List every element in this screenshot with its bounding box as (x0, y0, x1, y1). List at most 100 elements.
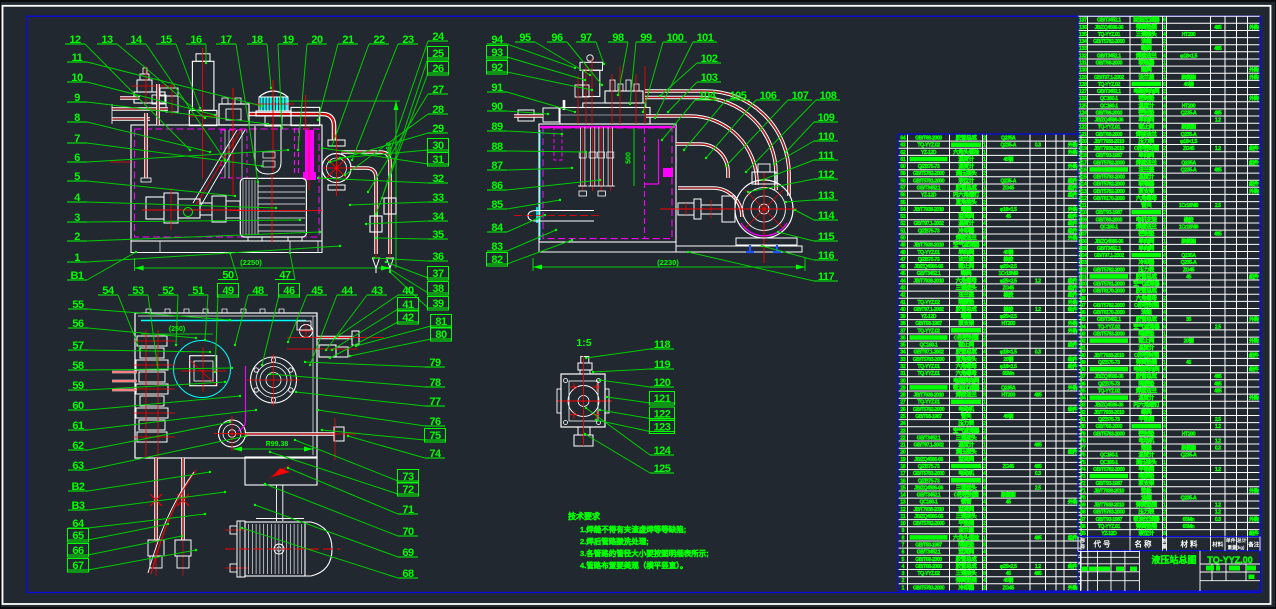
svg-text:21: 21 (342, 34, 354, 46)
svg-text:96: 96 (1080, 310, 1086, 316)
svg-text:39: 39 (432, 298, 444, 310)
svg-text:74: 74 (1080, 467, 1086, 473)
svg-text:三通接头: 三通接头 (956, 483, 978, 491)
svg-text:2: 2 (983, 421, 986, 427)
svg-text:38: 38 (432, 283, 444, 295)
svg-text:8: 8 (983, 264, 986, 270)
svg-text:1: 1 (1163, 239, 1166, 245)
svg-text:Q235A: Q235A (1001, 136, 1016, 142)
svg-text:8: 8 (983, 478, 986, 484)
svg-text:GB/T5782-2000: GB/T5782-2000 (1093, 182, 1125, 188)
svg-text:57: 57 (72, 340, 84, 352)
svg-text:1Cr18Ni9: 1Cr18Ni9 (1179, 225, 1199, 231)
svg-text:63: 63 (900, 143, 906, 149)
svg-text:46: 46 (900, 264, 906, 270)
svg-text:10: 10 (900, 521, 906, 527)
svg-text:2: 2 (1163, 410, 1166, 416)
svg-text:JB/T7938-2010: JB/T7938-2010 (913, 278, 944, 284)
svg-text:65Mn: 65Mn (1183, 524, 1195, 530)
svg-text:1: 1 (1163, 331, 1166, 337)
svg-text:8: 8 (1163, 110, 1166, 116)
svg-text:GB/T93-1987: GB/T93-1987 (1096, 481, 1123, 487)
svg-text:液位计: 液位计 (958, 176, 974, 184)
svg-text:109: 109 (818, 112, 835, 124)
svg-text:JB/ZQ4586-06: JB/ZQ4586-06 (914, 264, 943, 270)
svg-text:1: 1 (1163, 68, 1166, 74)
svg-text:HT200: HT200 (1182, 32, 1196, 38)
svg-text:温度计: 温度计 (1138, 173, 1154, 181)
svg-text:TQ-YYZ.01: TQ-YYZ.01 (917, 371, 940, 377)
svg-text:4: 4 (983, 435, 986, 441)
svg-text:Q/ZB75-73: Q/ZB75-73 (1098, 417, 1120, 423)
svg-text:序: 序 (1080, 537, 1086, 545)
svg-text:焊接法兰: 焊接法兰 (1136, 130, 1158, 138)
svg-text:GB/T5782-2000: GB/T5782-2000 (913, 521, 945, 527)
svg-text:6: 6 (983, 214, 986, 220)
svg-text:4: 4 (983, 485, 986, 491)
svg-text:485: 485 (1034, 535, 1042, 541)
svg-text:8: 8 (983, 571, 986, 577)
svg-text:电动机: 电动机 (958, 469, 974, 477)
svg-text:1: 1 (1163, 153, 1166, 159)
svg-text:4: 4 (983, 221, 986, 227)
svg-text:2: 2 (983, 371, 986, 377)
svg-text:外购: 外购 (1249, 515, 1259, 523)
svg-text:93: 93 (1080, 331, 1086, 337)
svg-text:1: 1 (1163, 431, 1166, 437)
svg-text:蝶阀: 蝶阀 (961, 269, 972, 277)
svg-text:平垫圈: 平垫圈 (1138, 415, 1154, 423)
svg-text:JB/ZQ4586-06: JB/ZQ4586-06 (914, 514, 943, 520)
svg-text:(2250): (2250) (240, 258, 262, 267)
svg-text:GB/T97.1-2002: GB/T97.1-2002 (1094, 75, 1124, 81)
svg-text:108: 108 (820, 90, 837, 102)
svg-text:胶管总成: 胶管总成 (956, 184, 978, 192)
svg-text:37: 37 (900, 328, 906, 334)
svg-text:1.2: 1.2 (1215, 438, 1221, 444)
svg-text:压力表: 压力表 (1138, 508, 1154, 516)
svg-text:45钢: 45钢 (1003, 248, 1013, 256)
svg-text:76: 76 (1080, 453, 1086, 459)
svg-text:70: 70 (1080, 495, 1086, 501)
svg-text:18: 18 (251, 34, 263, 46)
svg-text:Q/ZB75-73: Q/ZB75-73 (918, 164, 940, 170)
svg-text:135: 135 (1079, 32, 1087, 38)
svg-text:联轴器: 联轴器 (1138, 59, 1154, 67)
svg-text:φ18×1.5: φ18×1.5 (1180, 53, 1197, 59)
svg-text:3: 3 (901, 571, 904, 577)
svg-text:Q/ZB75-73: Q/ZB75-73 (918, 478, 940, 484)
svg-text:6: 6 (1163, 18, 1166, 24)
svg-text:6: 6 (1163, 438, 1166, 444)
svg-text:2: 2 (983, 557, 986, 563)
svg-text:TQ-YYZ.02: TQ-YYZ.02 (917, 300, 940, 306)
svg-text:5: 5 (74, 171, 80, 183)
svg-text:压力表: 压力表 (1138, 137, 1154, 145)
svg-text:83: 83 (1080, 403, 1086, 409)
svg-text:组件: 组件 (1249, 529, 1260, 537)
svg-text:JB/ZQ4586-06: JB/ZQ4586-06 (1094, 239, 1123, 245)
svg-text:40: 40 (402, 285, 414, 297)
svg-text:GB/T3452.1: GB/T3452.1 (1097, 246, 1121, 252)
svg-text:Q235A: Q235A (1001, 385, 1016, 391)
svg-text:12: 12 (900, 507, 906, 513)
svg-text:116: 116 (818, 250, 835, 262)
svg-text:52: 52 (162, 285, 174, 297)
svg-text:1: 1 (983, 143, 986, 149)
svg-text:8: 8 (983, 343, 986, 349)
svg-text:102: 102 (1079, 267, 1087, 273)
svg-text:71: 71 (1080, 488, 1086, 494)
svg-text:溢流阀: 溢流阀 (958, 548, 974, 556)
svg-text:5: 5 (901, 557, 904, 563)
svg-text:GB/T68-2000: GB/T68-2000 (1096, 132, 1123, 138)
svg-text:115: 115 (818, 231, 835, 243)
svg-text:冷却器: 冷却器 (958, 226, 974, 234)
svg-text:124: 124 (1079, 110, 1087, 116)
svg-text:8: 8 (1163, 125, 1166, 131)
svg-text:外购: 外购 (1068, 326, 1078, 334)
svg-text:端盖: 端盖 (961, 312, 972, 320)
svg-text:4: 4 (1163, 446, 1166, 452)
svg-text:50: 50 (900, 236, 906, 242)
svg-text:41: 41 (402, 299, 414, 311)
svg-text:108: 108 (1079, 225, 1087, 231)
svg-text:6: 6 (1163, 160, 1166, 166)
svg-text:98: 98 (612, 32, 624, 44)
